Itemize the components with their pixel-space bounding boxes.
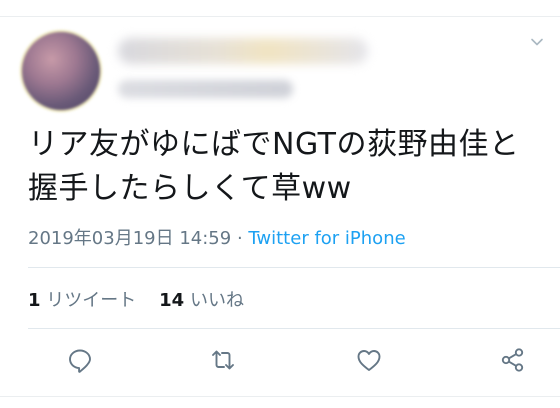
source-link[interactable]: Twitter for iPhone: [248, 228, 405, 249]
meta-separator: ·: [231, 228, 249, 249]
display-name-redacted[interactable]: [118, 38, 368, 64]
share-button[interactable]: [496, 343, 530, 377]
tweet-text-line-1: リア友がゆにばでNGTの荻野由佳と: [28, 127, 520, 162]
like-stat[interactable]: 14 いいね: [159, 290, 244, 311]
retweet-icon: [212, 350, 234, 370]
handle-redacted[interactable]: [118, 80, 293, 98]
timestamp[interactable]: 2019年03月19日 14:59: [28, 228, 231, 249]
retweet-label: リツイート: [46, 290, 137, 311]
action-bar: [0, 343, 560, 387]
like-button[interactable]: [352, 343, 386, 377]
reply-icon: [69, 349, 91, 373]
like-label: いいね: [189, 290, 244, 311]
bottom-divider: [0, 396, 560, 397]
chevron-down-icon[interactable]: [530, 34, 544, 48]
reply-button[interactable]: [63, 343, 97, 377]
engagement-stats: 1 リツイート 14 いいね: [28, 286, 244, 312]
divider: [28, 328, 560, 329]
retweet-button[interactable]: [206, 343, 240, 377]
divider: [28, 267, 560, 268]
tweet-card: リア友がゆにばでNGTの荻野由佳と 握手したらしくて草ww 2019年03月19…: [0, 0, 560, 408]
retweet-count: 1: [28, 290, 41, 311]
like-icon: [357, 350, 381, 371]
avatar[interactable]: [22, 32, 100, 110]
tweet-text-line-2: 握手したらしくて草ww: [28, 171, 352, 206]
tweet-text: リア友がゆにばでNGTの荻野由佳と 握手したらしくて草ww: [28, 123, 548, 211]
top-divider: [0, 16, 560, 17]
retweet-stat[interactable]: 1 リツイート: [28, 290, 136, 311]
tweet-meta: 2019年03月19日 14:59 · Twitter for iPhone: [28, 224, 406, 250]
like-count: 14: [159, 290, 185, 311]
share-icon: [501, 348, 524, 372]
